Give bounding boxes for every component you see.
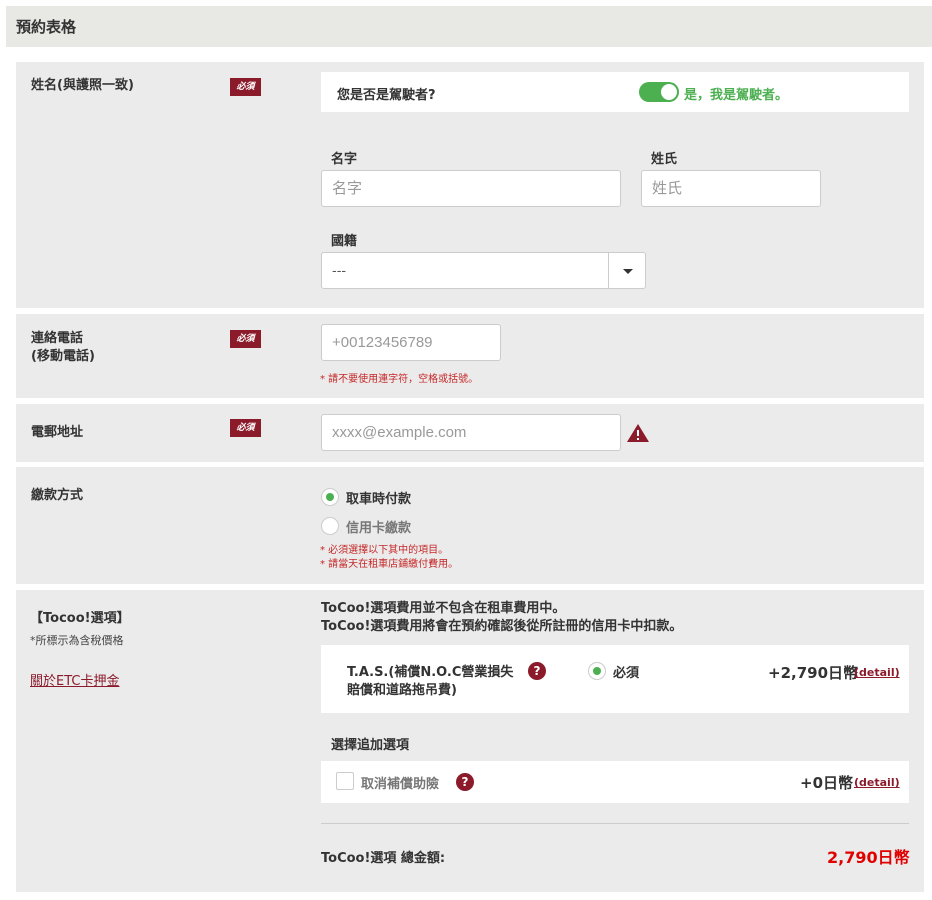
tas-required-radio[interactable] (588, 662, 606, 680)
form-header: 預約表格 (6, 6, 932, 47)
chevron-down-icon[interactable] (608, 253, 645, 288)
total-value: 2,790日幣 (827, 848, 910, 867)
payment-label: 繳款方式 (31, 488, 84, 503)
payment-pickup-label[interactable]: 取車時付款 (346, 488, 411, 507)
warning-icon (627, 424, 649, 442)
driver-answer: 是，我是駕駛者。 (684, 88, 789, 103)
payment-card-radio[interactable] (321, 517, 339, 535)
required-badge: 必須 (230, 330, 261, 348)
driver-toggle-row: 您是否是駕駛者? 是，我是駕駛者。 (321, 72, 909, 112)
tax-note: *所標示為含稅價格 (30, 634, 124, 647)
cancel-option-label[interactable]: 取消補償助險 (361, 773, 439, 792)
nationality-value: --- (332, 264, 347, 279)
options-section: 【Tocoo!選項】 *所標示為含稅價格 關於ETC卡押金 ToCoo!選項費用… (16, 590, 924, 892)
required-badge: 必須 (230, 78, 261, 96)
name-label: 姓名(與護照一致) (31, 78, 134, 93)
etc-deposit-link[interactable]: 關於ETC卡押金 (30, 670, 119, 689)
first-name-label: 名字 (331, 152, 358, 167)
driver-toggle[interactable] (639, 82, 679, 102)
help-icon[interactable]: ? (456, 773, 474, 791)
divider (321, 823, 909, 824)
addon-title: 選擇追加選項 (331, 738, 410, 753)
name-section: 姓名(與護照一致) 必須 您是否是駕駛者? 是，我是駕駛者。 名字 名字 姓氏 … (16, 62, 924, 308)
tas-label-1: T.A.S.(補償N.O.C營業損失 (347, 665, 514, 680)
payment-note-2: * 請當天在租車店鋪繳付費用。 (320, 559, 459, 570)
tas-option-box: T.A.S.(補償N.O.C營業損失 賠償和道路拖吊費) ? 必須 +2,790… (321, 645, 909, 713)
form-title: 預約表格 (16, 18, 77, 36)
first-name-input[interactable]: 名字 (321, 170, 621, 207)
options-label: 【Tocoo!選項】 (30, 611, 130, 626)
email-input[interactable]: xxxx@example.com (321, 414, 621, 451)
last-name-input[interactable]: 姓氏 (641, 170, 821, 207)
phone-note: * 請不要使用連字符，空格或括號。 (320, 374, 479, 385)
nationality-label: 國籍 (331, 234, 358, 249)
required-badge: 必須 (230, 419, 261, 437)
last-name-label: 姓氏 (651, 152, 678, 167)
options-info-1: ToCoo!選項費用並不包含在租車費用中。 (321, 601, 566, 616)
payment-pickup-radio[interactable] (321, 488, 339, 506)
total-label: ToCoo!選項 總金額: (321, 851, 446, 866)
payment-note-1: * 必須選擇以下其中的項目。 (320, 545, 449, 556)
cancel-option-checkbox[interactable] (336, 772, 354, 790)
tas-detail-link[interactable]: (detail) (854, 666, 900, 679)
phone-section: 連絡電話 (移動電話) 必須 +00123456789 * 請不要使用連字符，空… (16, 314, 924, 398)
cancel-detail-link[interactable]: (detail) (854, 776, 900, 789)
tas-price: +2,790日幣 (768, 664, 859, 682)
options-info-2: ToCoo!選項費用將會在預約確認後從所註冊的信用卡中扣款。 (321, 619, 683, 634)
driver-question: 您是否是駕駛者? (337, 88, 436, 103)
email-section: 電郵地址 必須 xxxx@example.com (16, 404, 924, 462)
cancel-price: +0日幣 (800, 774, 854, 792)
phone-label-1: 連絡電話 (31, 331, 84, 346)
phone-label-2: (移動電話) (31, 349, 95, 364)
payment-section: 繳款方式 取車時付款 信用卡繳款 * 必須選擇以下其中的項目。 * 請當天在租車… (16, 467, 924, 584)
cancel-option-box: 取消補償助險 ? +0日幣 (detail) (321, 761, 909, 803)
email-label: 電郵地址 (31, 425, 84, 440)
help-icon[interactable]: ? (528, 662, 546, 680)
tas-label-2: 賠償和道路拖吊費) (347, 683, 457, 698)
phone-input[interactable]: +00123456789 (321, 324, 501, 361)
tas-required-label: 必須 (613, 666, 640, 681)
nationality-select[interactable]: --- (321, 252, 646, 289)
payment-card-label[interactable]: 信用卡繳款 (346, 517, 411, 536)
